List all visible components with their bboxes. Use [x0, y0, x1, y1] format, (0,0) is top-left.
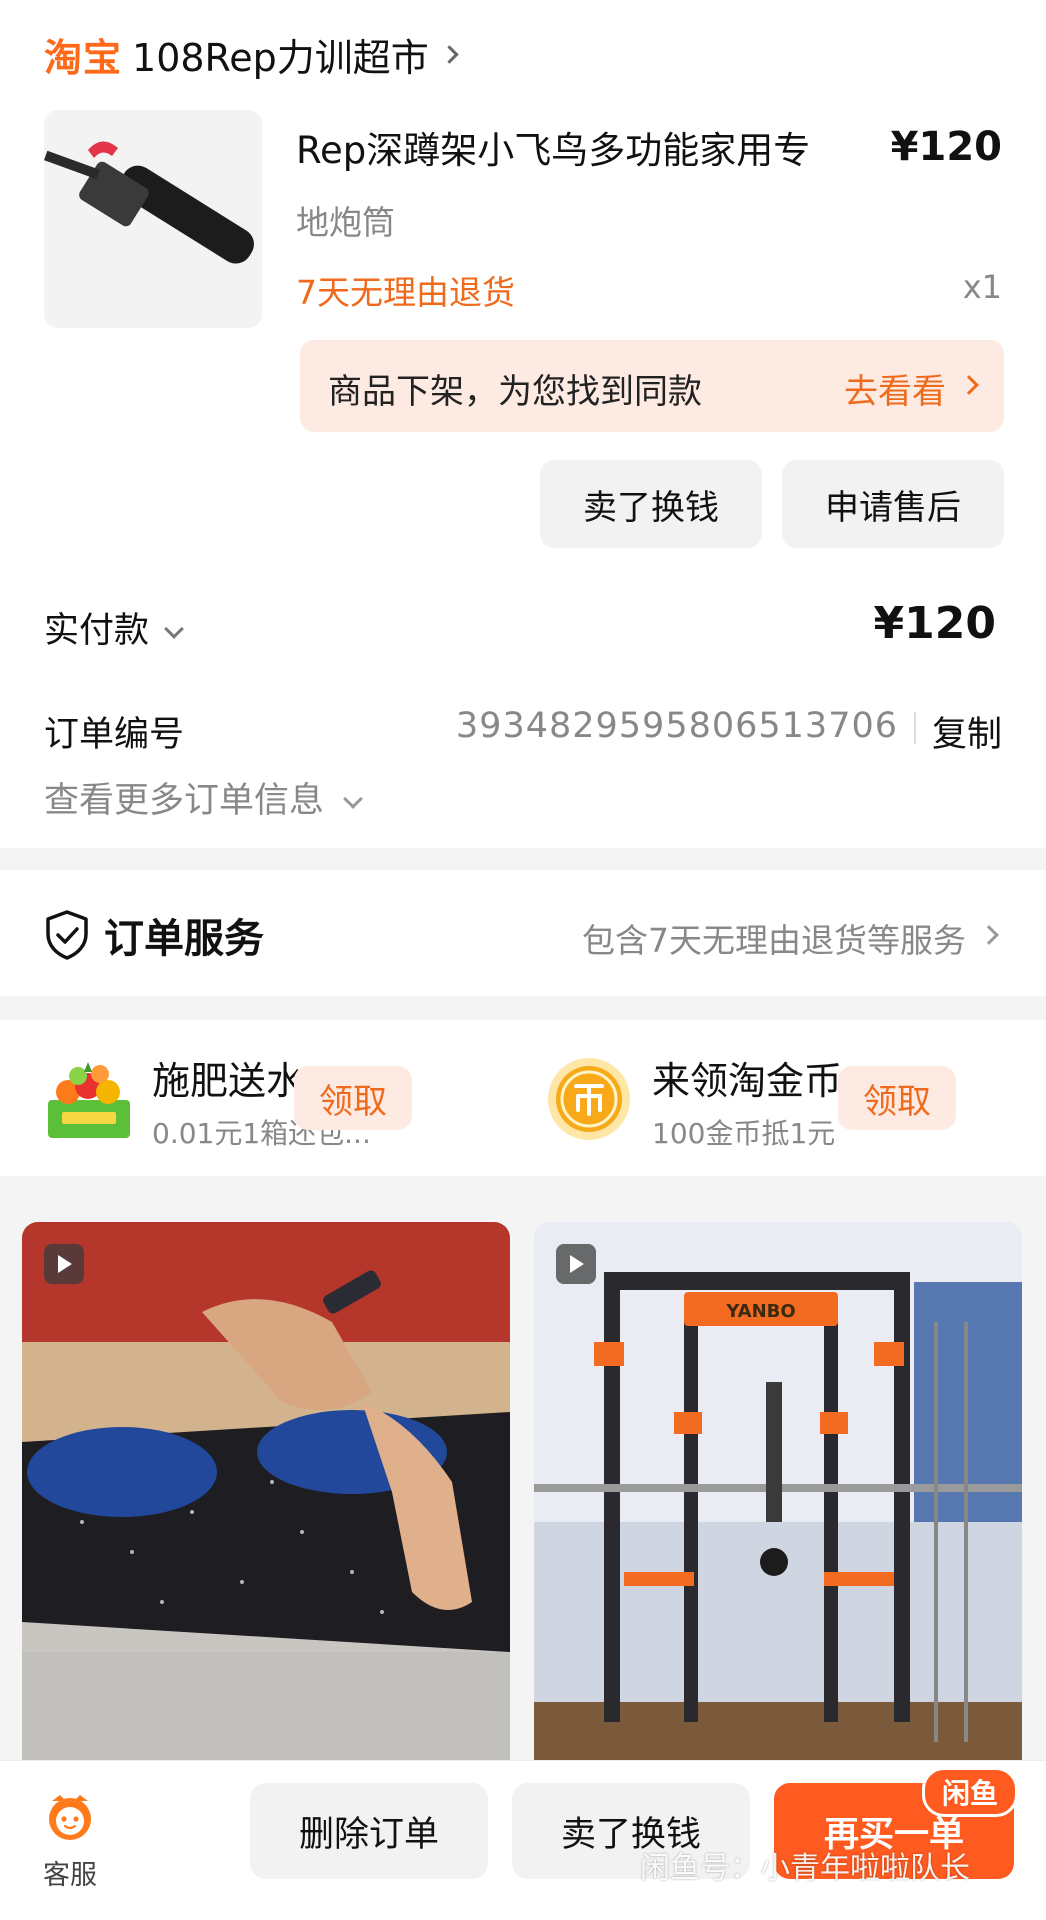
chevron-down-icon	[164, 619, 184, 639]
product-image[interactable]	[44, 110, 262, 328]
claim-button[interactable]: 领取	[294, 1066, 412, 1130]
promo-title: 来领淘金币	[652, 1059, 843, 1103]
smith-machine-rack-photo: YANBO	[534, 1222, 1022, 1762]
chevron-right-icon	[979, 925, 999, 945]
sell-for-cash-button[interactable]: 卖了换钱	[540, 460, 762, 548]
order-number-label: 订单编号	[44, 715, 185, 755]
rubber-floor-tiles-photo	[22, 1222, 510, 1762]
after-sale-button[interactable]: 申请售后	[782, 460, 1004, 548]
fruit-basket-icon	[48, 1062, 130, 1138]
store-name[interactable]: 108Rep力训超市	[132, 27, 429, 82]
order-card: 淘宝 108Rep力训超市 Rep深蹲架小飞鸟多功能家用专 ¥120 地炮筒 7…	[0, 0, 1046, 848]
service-description: 包含7天无理由退货等服务	[582, 921, 966, 960]
promo-item[interactable]: 施肥送水... 0.01元1箱还包... 领取	[0, 1020, 500, 1176]
claim-button[interactable]: 领取	[838, 1066, 956, 1130]
recommendation-feed: YANBO	[0, 1176, 1046, 1762]
store-header[interactable]: 淘宝 108Rep力训超市	[44, 26, 459, 82]
copy-button[interactable]: 复制	[932, 706, 1002, 757]
bottom-action-bar: 客服 删除订单 卖了换钱 再买一单 闲鱼 闲鱼号：小青年啦啦队长	[0, 1760, 1046, 1920]
product-sku: 地炮筒	[296, 203, 395, 242]
chevron-down-icon	[343, 789, 363, 809]
customer-service-icon	[49, 1795, 91, 1840]
video-play-icon	[44, 1244, 84, 1284]
shield-check-icon	[46, 910, 88, 960]
taobao-logo: 淘宝	[44, 35, 123, 80]
product-price: ¥120	[890, 124, 1002, 170]
service-title: 订单服务	[104, 916, 264, 962]
more-order-info-toggle[interactable]: 查看更多订单信息	[44, 772, 363, 823]
product-title[interactable]: Rep深蹲架小飞鸟多功能家用专	[296, 120, 810, 174]
view-similar-link[interactable]: 去看看	[844, 364, 946, 413]
paid-amount-text: 实付款	[44, 611, 150, 651]
delete-order-button[interactable]: 删除订单	[250, 1783, 488, 1879]
more-order-info-text: 查看更多订单信息	[44, 781, 325, 821]
video-play-icon	[556, 1244, 596, 1284]
product-quantity: x1	[962, 268, 1002, 306]
divider	[914, 712, 916, 744]
order-number: 3934829595806513706	[455, 706, 898, 746]
paid-amount-label[interactable]: 实付款	[44, 602, 184, 653]
promo-subtitle: 100金币抵1元	[652, 1117, 836, 1150]
brand-mark: YANBO	[725, 1301, 795, 1322]
paid-amount: ¥120	[873, 598, 996, 649]
return-policy-tag: 7天无理由退货	[296, 273, 515, 312]
delisted-notice[interactable]: 商品下架，为您找到同款 去看看	[300, 340, 1004, 432]
chevron-right-icon	[440, 44, 459, 64]
feed-item[interactable]: YANBO	[534, 1222, 1022, 1762]
watermark: 闲鱼号：小青年啦啦队长	[640, 1851, 970, 1886]
chevron-right-icon	[959, 375, 979, 395]
promo-item[interactable]: 来领淘金币 100金币抵1元 领取	[500, 1020, 1000, 1176]
order-service-row[interactable]: 订单服务 包含7天无理由退货等服务	[0, 870, 1046, 996]
promo-row: 施肥送水... 0.01元1箱还包... 领取 来领淘金币 100金币抵1元 领…	[0, 1020, 1046, 1176]
customer-service-label: 客服	[43, 1860, 97, 1891]
xianyu-badge: 闲鱼	[922, 1767, 1018, 1817]
customer-service-button[interactable]: 客服	[38, 1791, 102, 1892]
gold-coin-icon	[548, 1058, 630, 1140]
notice-text: 商品下架，为您找到同款	[328, 372, 702, 412]
landmine-attachment-icon	[44, 110, 262, 328]
feed-item[interactable]	[22, 1222, 510, 1762]
